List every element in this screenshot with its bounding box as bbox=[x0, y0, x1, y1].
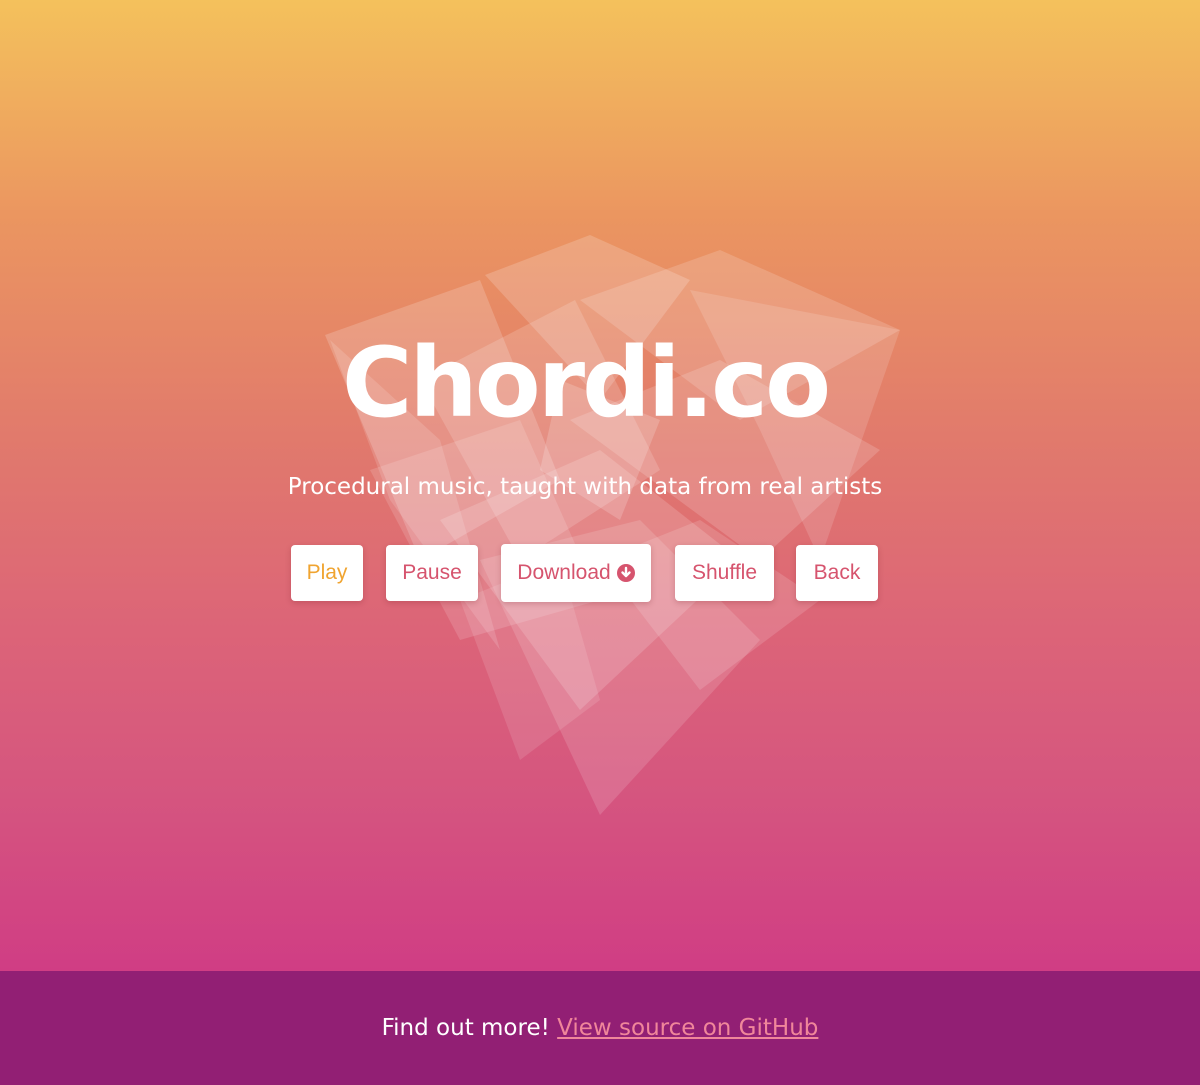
footer: Find out more! View source on GitHub bbox=[0, 971, 1200, 1085]
site-title: Chordi.co bbox=[341, 327, 831, 439]
download-circle-icon bbox=[616, 564, 635, 582]
github-link[interactable]: View source on GitHub bbox=[557, 1015, 818, 1041]
play-button[interactable]: Play bbox=[291, 545, 363, 601]
pause-button[interactable]: Pause bbox=[386, 545, 478, 601]
footer-text: Find out more! bbox=[381, 1015, 550, 1041]
site-subtitle: Procedural music, taught with data from … bbox=[287, 474, 883, 500]
download-button-label: Download bbox=[517, 561, 611, 584]
back-button[interactable]: Back bbox=[796, 545, 878, 601]
footer-line: Find out more! View source on GitHub bbox=[15, 1011, 1185, 1045]
download-button[interactable]: Download bbox=[501, 544, 651, 602]
hero-section: Chordi.co Procedural music, taught with … bbox=[0, 0, 1200, 971]
shuffle-button[interactable]: Shuffle bbox=[675, 545, 774, 601]
